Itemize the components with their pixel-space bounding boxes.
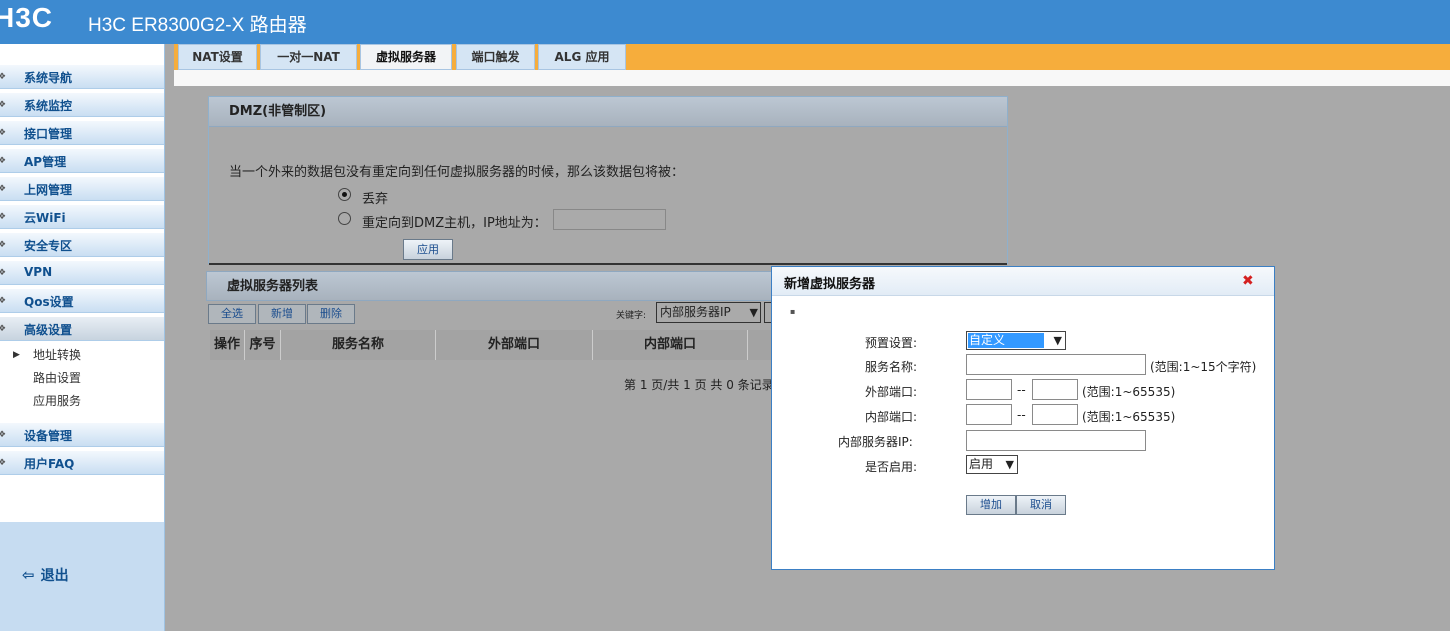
- sidebar-item-qos[interactable]: ❖ Qos设置: [0, 289, 164, 313]
- bullet-icon: ❖: [0, 430, 7, 440]
- dash: --: [1017, 383, 1026, 397]
- bullet-icon: ❖: [0, 184, 7, 194]
- sidebar-item-internet[interactable]: ❖ 上网管理: [0, 177, 164, 201]
- add-confirm-button[interactable]: 增加: [966, 495, 1016, 515]
- internal-port-end-input[interactable]: [1032, 404, 1078, 425]
- external-port-start-input[interactable]: [966, 379, 1012, 400]
- server-ip-label: 内部服务器IP:: [838, 435, 913, 449]
- bullet-icon: ❖: [0, 240, 7, 250]
- enable-label: 是否启用:: [865, 460, 918, 474]
- col-action: 操作: [210, 330, 245, 360]
- vs-list-title: 虚拟服务器列表: [206, 271, 776, 301]
- sidebar: ❖ 系统导航 ❖ 系统监控 ❖ 接口管理 ❖ AP管理 ❖ 上网管理 ❖ 云WiFi ❖ 安全…: [0, 44, 165, 631]
- external-port-hint: (范围:1~65535): [1082, 385, 1176, 399]
- radio-drop[interactable]: [338, 188, 351, 201]
- dmz-title: DMZ(非管制区): [209, 97, 1007, 127]
- internal-port-start-input[interactable]: [966, 404, 1012, 425]
- bullet-icon: ❖: [0, 72, 7, 82]
- col-internal-port: 内部端口: [593, 330, 748, 360]
- delete-button[interactable]: 删除: [307, 304, 355, 324]
- product-title: H3C ER8300G2-X 路由器: [88, 15, 307, 36]
- bullet-icon: ❖: [0, 212, 7, 222]
- top-header: H3C H3C ER8300G2-X 路由器: [0, 0, 1450, 44]
- service-name-label: 服务名称:: [865, 360, 918, 374]
- sidebar-item-vpn[interactable]: ❖ VPN: [0, 261, 164, 285]
- bullet-icon: ❖: [0, 268, 7, 278]
- add-button[interactable]: 新增: [258, 304, 306, 324]
- vs-table-header: 操作 序号 服务名称 外部端口 内部端口: [210, 330, 776, 360]
- dash: --: [1017, 408, 1026, 422]
- preset-label: 预置设置:: [865, 336, 918, 350]
- server-ip-input[interactable]: [966, 430, 1146, 451]
- tab-bar: NAT设置 一对一NAT 虚拟服务器 端口触发 ALG 应用: [174, 44, 1450, 70]
- sidebar-item-faq[interactable]: ❖ 用户FAQ: [0, 451, 164, 475]
- sidebar-subitem-routing[interactable]: 路由设置: [33, 369, 81, 386]
- bullet-icon: ❖: [0, 324, 7, 334]
- divider: [209, 263, 1007, 265]
- sidebar-item-system-nav[interactable]: ❖ 系统导航: [0, 65, 164, 89]
- sidebar-item-interface[interactable]: ❖ 接口管理: [0, 121, 164, 145]
- keyword-select[interactable]: 内部服务器IP ▼: [656, 302, 761, 323]
- col-service-name: 服务名称: [281, 330, 436, 360]
- keyword-label: 关键字:: [616, 311, 647, 321]
- logout-button[interactable]: ⇦ 退出: [22, 565, 69, 585]
- bullet-icon: ❖: [0, 128, 7, 138]
- bullet-icon: ❖: [0, 296, 7, 306]
- sidebar-item-device[interactable]: ❖ 设备管理: [0, 423, 164, 447]
- pager: 第 1 页/共 1 页 共 0 条记录: [624, 378, 774, 392]
- sidebar-item-cloud-wifi[interactable]: ❖ 云WiFi: [0, 205, 164, 229]
- radio-redirect[interactable]: [338, 212, 351, 225]
- tab-virtual-server[interactable]: 虚拟服务器: [360, 44, 452, 70]
- arrow-right-icon: ▶: [13, 350, 20, 360]
- cursor-mark: ▪: [790, 307, 796, 316]
- close-icon[interactable]: ✖: [1242, 273, 1254, 289]
- sidebar-subitem-app-service[interactable]: 应用服务: [33, 392, 81, 409]
- dialog-title: 新增虚拟服务器: [784, 277, 876, 292]
- dmz-apply-button[interactable]: 应用: [403, 239, 453, 260]
- internal-port-label: 内部端口:: [865, 410, 918, 424]
- tab-alg[interactable]: ALG 应用: [538, 44, 626, 70]
- dmz-panel: DMZ(非管制区) 当一个外来的数据包没有重定向到任何虚拟服务器的时候，那么该数…: [208, 96, 1008, 265]
- bullet-icon: ❖: [0, 156, 7, 166]
- h3c-logo: H3C: [0, 2, 54, 33]
- col-external-port: 外部端口: [436, 330, 593, 360]
- bullet-icon: ❖: [0, 458, 7, 468]
- col-index: 序号: [245, 330, 281, 360]
- preset-select[interactable]: 自定义 ▼: [966, 331, 1066, 350]
- chevron-down-icon: ▼: [1005, 458, 1014, 471]
- tab-underline: [174, 70, 1450, 86]
- tab-nat-settings[interactable]: NAT设置: [178, 44, 257, 70]
- internal-port-hint: (范围:1~65535): [1082, 410, 1176, 424]
- bullet-icon: ❖: [0, 100, 7, 110]
- sidebar-item-ap[interactable]: ❖ AP管理: [0, 149, 164, 173]
- service-name-hint: (范围:1~15个字符): [1150, 360, 1257, 374]
- radio-drop-label: 丢弃: [362, 192, 389, 207]
- select-all-button[interactable]: 全选: [208, 304, 256, 324]
- enable-select[interactable]: 启用 ▼: [966, 455, 1018, 474]
- sidebar-item-security[interactable]: ❖ 安全专区: [0, 233, 164, 257]
- chevron-down-icon: ▼: [749, 306, 758, 319]
- sidebar-item-system-monitor[interactable]: ❖ 系统监控: [0, 93, 164, 117]
- logout-icon: ⇦: [22, 566, 35, 584]
- cancel-button[interactable]: 取消: [1016, 495, 1066, 515]
- sidebar-item-advanced[interactable]: ❖ 高级设置: [0, 317, 164, 341]
- tab-port-trigger[interactable]: 端口触发: [456, 44, 535, 70]
- chevron-down-icon: ▼: [1053, 334, 1062, 347]
- dmz-description: 当一个外来的数据包没有重定向到任何虚拟服务器的时候，那么该数据包将被：: [229, 165, 685, 180]
- radio-redirect-label: 重定向到DMZ主机，IP地址为：: [362, 216, 547, 231]
- dialog-header: 新增虚拟服务器 ✖: [772, 267, 1274, 296]
- add-virtual-server-dialog: 新增虚拟服务器 ✖ ▪ 预置设置: 自定义 ▼ 服务名称: (范围:1~15个字符…: [771, 266, 1275, 570]
- external-port-label: 外部端口:: [865, 385, 918, 399]
- tab-one-to-one-nat[interactable]: 一对一NAT: [260, 44, 357, 70]
- service-name-input[interactable]: [966, 354, 1146, 375]
- dmz-ip-input[interactable]: [553, 209, 666, 230]
- external-port-end-input[interactable]: [1032, 379, 1078, 400]
- sidebar-subitem-nat[interactable]: 地址转换: [33, 346, 81, 363]
